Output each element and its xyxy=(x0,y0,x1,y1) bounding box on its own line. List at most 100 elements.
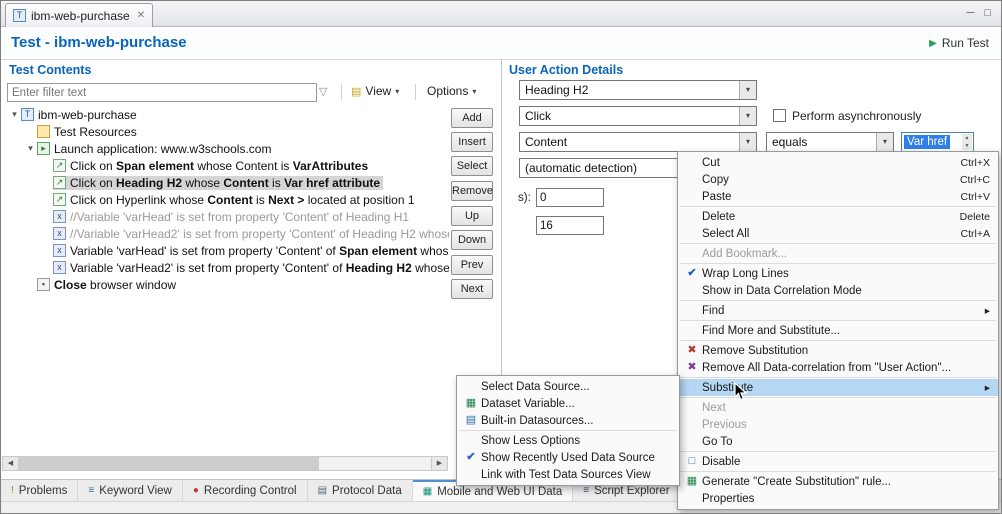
options-button[interactable]: Options ▾ xyxy=(427,84,476,98)
test-contents-header: Test Contents xyxy=(9,63,91,77)
minimize-icon[interactable]: ─ xyxy=(967,7,975,19)
expander-icon[interactable]: ▾ xyxy=(24,143,37,154)
menu-item-label: Dataset Variable... xyxy=(481,398,655,410)
tree-item[interactable]: ▾Tibm-web-purchase xyxy=(2,106,449,123)
menu-item-properties[interactable]: Properties xyxy=(678,490,998,507)
menu-item-substitute[interactable]: Substitute▸ xyxy=(678,379,998,396)
tree-item[interactable]: ↗Click on Hyperlink whose Content is Nex… xyxy=(2,191,449,208)
spinner-up-icon[interactable]: ▲ xyxy=(965,135,970,141)
remove-button[interactable]: Remove xyxy=(451,181,493,201)
tree-item-content: ▸Launch application: www.w3schools.com xyxy=(37,142,274,156)
menu-item-add-bookmark[interactable]: Add Bookmark... xyxy=(678,245,998,262)
tab-recording-control[interactable]: ●Recording Control xyxy=(183,480,308,501)
action-select[interactable]: Click ▾ xyxy=(519,106,757,126)
tree-item-label: Variable 'varHead' is set from property … xyxy=(70,244,449,258)
chevron-down-icon: ▾ xyxy=(739,107,756,125)
editor-tab[interactable]: T ibm-web-purchase ✕ xyxy=(5,3,153,27)
menu-item-label: Built-in Datasources... xyxy=(481,415,655,427)
scroll-left-icon[interactable]: ◀ xyxy=(3,457,19,470)
toolbar-separator xyxy=(341,84,342,100)
chevron-down-icon: ▾ xyxy=(395,87,399,96)
menu-item-select-all[interactable]: Select AllCtrl+A xyxy=(678,225,998,242)
menu-item-remove-substitution[interactable]: ✖Remove Substitution xyxy=(678,342,998,359)
async-label: Perform asynchronously xyxy=(792,109,921,123)
substitution-value-field[interactable]: Var href ▲ ▼ xyxy=(901,132,974,152)
menu-item-cut[interactable]: CutCtrl+X xyxy=(678,154,998,171)
close-window-icon: ▪ xyxy=(37,278,50,291)
tree-item[interactable]: ▾▸Launch application: www.w3schools.com xyxy=(2,140,449,157)
menu-item-dataset-variable[interactable]: ▦Dataset Variable... xyxy=(457,395,679,412)
scroll-right-icon[interactable]: ▶ xyxy=(431,457,447,470)
menu-shortcut: Ctrl+X xyxy=(961,157,990,169)
menu-item-link-with-test-data-sources-view[interactable]: Link with Test Data Sources View xyxy=(457,466,679,483)
tab-protocol-data[interactable]: ▤Protocol Data xyxy=(308,480,413,501)
menu-item-delete[interactable]: DeleteDelete xyxy=(678,208,998,225)
filter-icon[interactable]: ▽ xyxy=(319,85,327,98)
insert-button[interactable]: Insert xyxy=(451,132,493,152)
horizontal-scrollbar[interactable]: ◀ ▶ xyxy=(2,456,448,471)
menu-item-built-in-datasources[interactable]: ▤Built-in Datasources... xyxy=(457,412,679,429)
tab-problems[interactable]: !Problems xyxy=(1,480,78,501)
menu-item-find-more-and-substitute[interactable]: Find More and Substitute... xyxy=(678,322,998,339)
scrollbar-thumb[interactable] xyxy=(19,457,319,470)
dataset-variable-icon: ▦ xyxy=(461,395,481,412)
tree-item[interactable]: xVariable 'varHead2' is set from propert… xyxy=(2,259,449,276)
operator-select[interactable]: equals ▾ xyxy=(766,132,894,152)
run-test-icon: ▶ xyxy=(929,38,937,49)
menu-item-find[interactable]: Find▸ xyxy=(678,302,998,319)
menu-item-show-in-data-correlation-mode[interactable]: Show in Data Correlation Mode xyxy=(678,282,998,299)
check-icon: ✔ xyxy=(461,449,481,466)
tree-item[interactable]: xVariable 'varHead' is set from property… xyxy=(2,242,449,259)
view-button[interactable]: ▤ View ▾ xyxy=(351,84,399,98)
menu-item-label: Show in Data Correlation Mode xyxy=(702,285,974,297)
async-checkbox[interactable] xyxy=(773,109,786,122)
tree-item[interactable]: ↗Click on Heading H2 whose Content is Va… xyxy=(2,174,449,191)
tree-item[interactable]: ↗Click on Span element whose Content is … xyxy=(2,157,449,174)
menu-item-show-less-options[interactable]: Show Less Options xyxy=(457,432,679,449)
submenu-arrow-icon: ▸ xyxy=(985,382,990,394)
prev-button[interactable]: Prev xyxy=(451,255,493,275)
detection-value: (automatic detection) xyxy=(525,161,637,175)
tab-keyword-view[interactable]: ≡Keyword View xyxy=(78,480,183,501)
tree-item[interactable]: x//Variable 'varHead' is set from proper… xyxy=(2,208,449,225)
mobile-web-data-icon: ▦ xyxy=(423,486,432,497)
next-button[interactable]: Next xyxy=(451,279,493,299)
add-button[interactable]: Add xyxy=(451,108,493,128)
count-input[interactable] xyxy=(536,216,604,235)
expander-icon[interactable]: ▾ xyxy=(8,109,21,120)
filter-input[interactable] xyxy=(7,83,317,102)
menu-item-previous[interactable]: Previous xyxy=(678,416,998,433)
select-button[interactable]: Select xyxy=(451,156,493,176)
spinner[interactable]: ▲ ▼ xyxy=(962,134,972,150)
menu-item-copy[interactable]: CopyCtrl+C xyxy=(678,171,998,188)
run-test-button[interactable]: ▶ Run Test xyxy=(929,36,989,50)
maximize-icon[interactable]: □ xyxy=(984,7,991,19)
element-type-select[interactable]: Heading H2 ▾ xyxy=(519,80,757,100)
spinner-down-icon[interactable]: ▼ xyxy=(965,143,970,149)
menu-item-wrap-long-lines[interactable]: ✔Wrap Long Lines xyxy=(678,265,998,282)
menu-item-show-recently-used-data-sources[interactable]: ✔Show Recently Used Data Sources xyxy=(457,449,679,466)
menu-separator xyxy=(680,263,996,264)
menu-item-go-to[interactable]: Go To xyxy=(678,433,998,450)
test-contents-tree: ▾Tibm-web-purchaseTest Resources▾▸Launch… xyxy=(2,106,449,454)
close-tab-icon[interactable]: ✕ xyxy=(137,10,145,21)
menu-item-generate-create-substitution-rule[interactable]: ▦Generate "Create Substitution" rule... xyxy=(678,473,998,490)
menu-item-next[interactable]: Next xyxy=(678,399,998,416)
tree-item[interactable]: Test Resources xyxy=(2,123,449,140)
operator-value: equals xyxy=(772,135,807,149)
tree-item[interactable]: x//Variable 'varHead2' is set from prope… xyxy=(2,225,449,242)
seconds-input[interactable] xyxy=(536,188,604,207)
menu-item-paste[interactable]: PasteCtrl+V xyxy=(678,188,998,205)
menu-item-disable[interactable]: □Disable xyxy=(678,453,998,470)
menu-shortcut: Ctrl+V xyxy=(961,191,990,203)
window-controls: ─ □ xyxy=(967,7,991,19)
test-contents-panel: Test Contents ▽ ▤ View ▾ Options ▾ ▾Tibm… xyxy=(1,59,501,479)
menu-item-select-data-source[interactable]: Select Data Source... xyxy=(457,378,679,395)
down-button[interactable]: Down xyxy=(451,230,493,250)
tree-item-content: x//Variable 'varHead2' is set from prope… xyxy=(53,227,449,241)
menu-item-remove-all-data-correlation-from-user-action[interactable]: ✖Remove All Data-correlation from "User … xyxy=(678,359,998,376)
up-button[interactable]: Up xyxy=(451,206,493,226)
user-action-details-header: User Action Details xyxy=(509,63,623,77)
property-select[interactable]: Content ▾ xyxy=(519,132,757,152)
tree-item[interactable]: ▪Close browser window xyxy=(2,276,449,293)
